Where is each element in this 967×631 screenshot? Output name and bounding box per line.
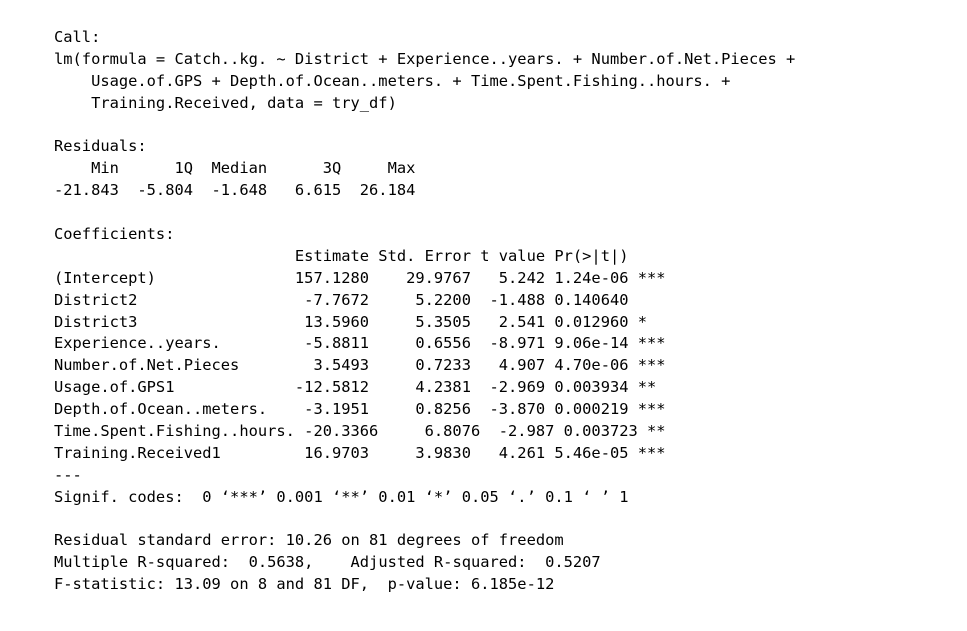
coefficients-column-header: Estimate Std. Error t value Pr(>|t|) [54, 246, 666, 265]
coef-row-net-pieces: Number.of.Net.Pieces 3.5493 0.7233 4.907… [54, 356, 666, 375]
coef-row-training: Training.Received1 16.9703 3.9830 4.261 … [54, 443, 666, 462]
call-formula-line-3: Training.Received, data = try_df) [54, 93, 397, 112]
residual-standard-error: Residual standard error: 10.26 on 81 deg… [54, 531, 564, 550]
r-console-output: Call: lm(formula = Catch..kg. ~ District … [54, 27, 795, 596]
f-statistic-line: F-statistic: 13.09 on 8 and 81 DF, p-val… [54, 575, 555, 594]
coef-row-experience: Experience..years. -5.8811 0.6556 -8.971… [54, 334, 666, 353]
signif-separator: --- [54, 465, 82, 484]
r-squared-line: Multiple R-squared: 0.5638, Adjusted R-s… [54, 553, 610, 572]
call-formula-line-1: lm(formula = Catch..kg. ~ District + Exp… [54, 49, 796, 68]
coef-row-gps: Usage.of.GPS1 -12.5812 4.2381 -2.969 0.0… [54, 378, 666, 397]
call-header: Call: [54, 28, 101, 46]
call-formula-line-2: Usage.of.GPS + Depth.of.Ocean..meters. +… [54, 71, 731, 90]
coef-row-time-fishing: Time.Spent.Fishing..hours. -20.3366 6.80… [54, 422, 675, 441]
residuals-values: -21.843 -5.804 -1.648 6.615 26.184 [54, 181, 425, 200]
coefficients-header: Coefficients: [54, 225, 175, 244]
residuals-labels: Min 1Q Median 3Q Max [54, 159, 425, 178]
coef-row-district2: District2 -7.7672 5.2200 -1.488 0.140640 [54, 290, 666, 309]
coef-row-intercept: (Intercept) 157.1280 29.9767 5.242 1.24e… [54, 268, 666, 287]
signif-codes: Signif. codes: 0 ‘***’ 0.001 ‘**’ 0.01 ‘… [54, 487, 629, 506]
residuals-header: Residuals: [54, 137, 147, 156]
coef-row-district3: District3 13.5960 5.3505 2.541 0.012960 … [54, 312, 666, 331]
coef-row-depth: Depth.of.Ocean..meters. -3.1951 0.8256 -… [54, 400, 666, 419]
